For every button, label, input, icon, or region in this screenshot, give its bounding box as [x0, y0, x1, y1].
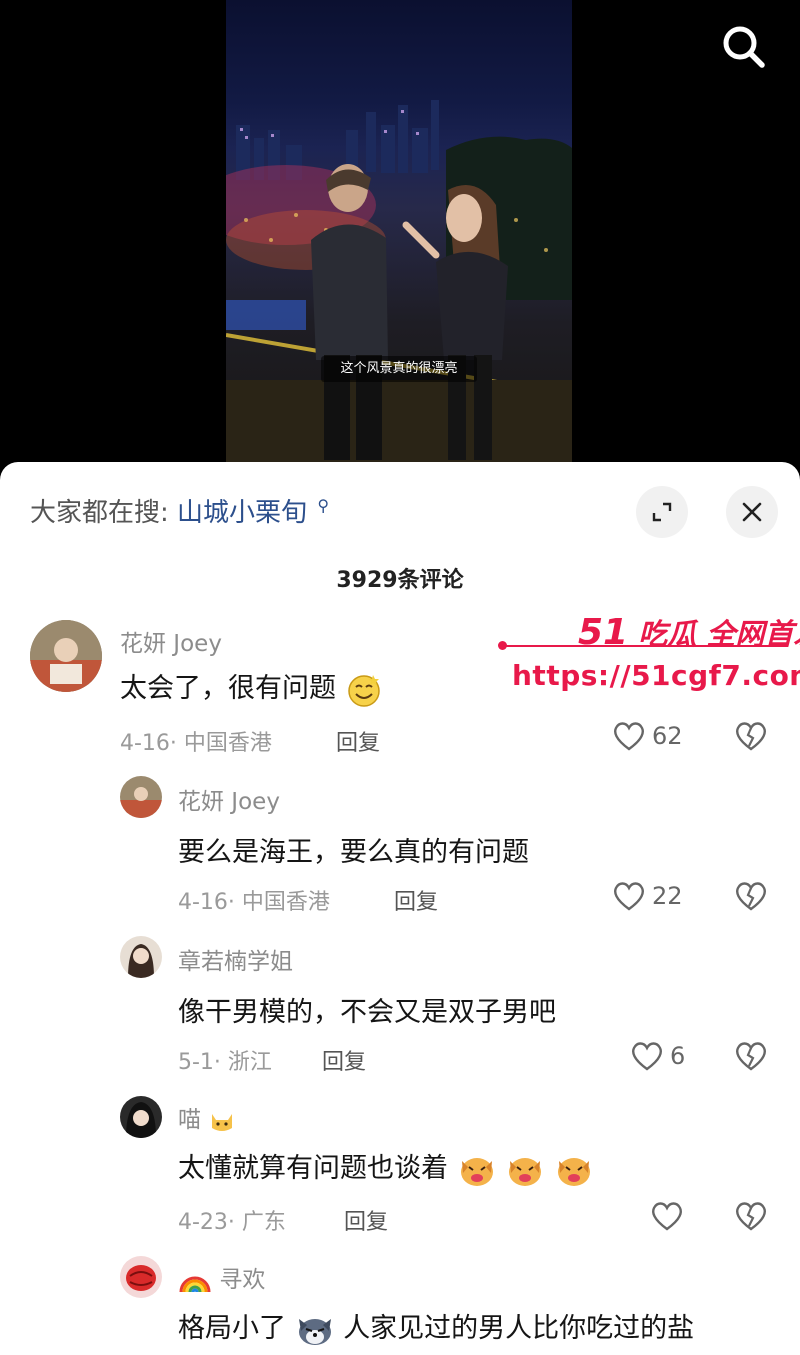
search-icon: [723, 26, 765, 68]
dislike-button[interactable]: [734, 720, 768, 756]
heart-outline-icon: [614, 722, 644, 751]
heart-outline-icon: [652, 1202, 682, 1231]
expand-button[interactable]: [636, 486, 688, 538]
dog-face-emoji: [509, 1157, 542, 1186]
avatar[interactable]: [120, 1096, 162, 1138]
close-icon: [742, 502, 762, 522]
dislike-button[interactable]: [734, 1040, 768, 1076]
avatar-image: [120, 776, 162, 818]
reply-item: 章若楠学姐 像干男模的，不会又是双子男吧 5-1· 浙江 回复 6: [0, 932, 800, 1082]
comment-username-text: 寻欢: [219, 1267, 266, 1293]
comment-username[interactable]: 章若楠学姐: [178, 942, 293, 976]
search-button[interactable]: [716, 20, 770, 74]
like-button[interactable]: 62: [612, 720, 683, 752]
comment-date-location: 4-16· 中国香港: [120, 731, 272, 756]
avatar-image: [120, 1096, 162, 1138]
comment-username[interactable]: 寻欢: [178, 1260, 265, 1294]
comment-sheet: 大家都在搜: 山城小栗旬 ⚲ 3929条评论 花妍 Joey 太会了，很有问题 …: [0, 462, 800, 1355]
avatar-image: [30, 620, 102, 692]
like-button[interactable]: [650, 1200, 684, 1232]
trending-search-keyword[interactable]: 山城小栗旬: [177, 498, 307, 528]
avatar-image: [120, 936, 162, 978]
rainbow-emoji: [179, 1276, 211, 1292]
close-button[interactable]: [726, 486, 778, 538]
comment-text: 太会了，很有问题: [120, 666, 383, 709]
like-button[interactable]: 22: [612, 880, 683, 912]
broken-heart-icon: [736, 722, 766, 751]
watermark-divider: [500, 645, 788, 647]
comment-text-after: 人家见过的男人比你吃过的盐: [343, 1313, 695, 1344]
video-frame[interactable]: 这个风景真的很漂亮: [226, 0, 572, 462]
comment-username[interactable]: 喵: [178, 1100, 236, 1134]
search-small-icon: ⚲: [317, 496, 330, 516]
like-count: 62: [652, 722, 683, 750]
comment-count: 3929条评论: [336, 568, 464, 593]
comment-username[interactable]: 花妍 Joey: [178, 782, 280, 816]
comment-date-location: 4-23· 广东: [178, 1210, 286, 1235]
avatar-image: [120, 1256, 162, 1298]
broken-heart-icon: [736, 882, 766, 911]
dog-face-emoji: [460, 1157, 493, 1186]
reply-button[interactable]: 回复: [344, 1204, 388, 1236]
avatar[interactable]: [30, 620, 102, 692]
avatar[interactable]: [120, 1256, 162, 1298]
dislike-button[interactable]: [734, 1200, 768, 1236]
comment-username[interactable]: 花妍 Joey: [120, 624, 222, 658]
cat-face-emoji: [212, 1113, 233, 1131]
trending-search-label: 大家都在搜:: [30, 498, 169, 528]
reply-item: 喵 太懂就算有问题也谈着 4-23· 广东 回复: [0, 1092, 800, 1242]
comment-text: 格局小了 人家见过的男人比你吃过的盐: [178, 1306, 694, 1347]
watermark-url: https://51cgf7.com: [512, 659, 800, 692]
comment-date-location: 4-16· 中国香港: [178, 890, 330, 915]
video-player[interactable]: 这个风景真的很漂亮: [0, 0, 800, 470]
reply-item: 寻欢 格局小了 人家见过的男人比你吃过的盐: [0, 1252, 800, 1355]
video-scene: [226, 100, 572, 462]
comment-text-content: 太懂就算有问题也谈着: [178, 1153, 448, 1184]
husky-emoji: [298, 1318, 331, 1345]
comment-text: 要么是海王，要么真的有问题: [178, 837, 529, 868]
dog-face-emoji: [557, 1157, 590, 1186]
heart-outline-icon: [614, 882, 644, 911]
reply-item: 花妍 Joey 要么是海王，要么真的有问题 4-16· 中国香港 回复 22: [0, 772, 800, 922]
trending-search[interactable]: 大家都在搜: 山城小栗旬 ⚲: [30, 492, 329, 529]
dislike-button[interactable]: [734, 880, 768, 916]
comment-text-content: 太会了，很有问题: [120, 673, 336, 704]
avatar[interactable]: [120, 776, 162, 818]
sheet-header: 大家都在搜: 山城小栗旬 ⚲: [0, 462, 800, 562]
like-count: 6: [670, 1042, 686, 1070]
broken-heart-icon: [736, 1202, 766, 1231]
reply-button[interactable]: 回复: [394, 884, 438, 916]
reply-button[interactable]: 回复: [322, 1044, 366, 1076]
expand-icon: [652, 502, 672, 522]
like-button[interactable]: 6: [630, 1040, 685, 1072]
like-count: 22: [652, 882, 683, 910]
broken-heart-icon: [736, 1042, 766, 1071]
avatar[interactable]: [120, 936, 162, 978]
comment-text-before: 格局小了: [178, 1313, 286, 1344]
comment-text: 像干男模的，不会又是双子男吧: [178, 997, 556, 1028]
smiling-face-emoji: [347, 674, 380, 707]
comment-date-location: 5-1· 浙江: [178, 1050, 272, 1075]
reply-button[interactable]: 回复: [336, 725, 380, 757]
comment-text: 太懂就算有问题也谈着: [178, 1146, 594, 1189]
comment-username-text: 喵: [178, 1107, 201, 1133]
heart-outline-icon: [632, 1042, 662, 1071]
video-caption: 这个风景真的很漂亮: [321, 356, 477, 382]
site-watermark: 51 吃瓜 全网首发 https://51cgf7.com: [498, 603, 800, 703]
